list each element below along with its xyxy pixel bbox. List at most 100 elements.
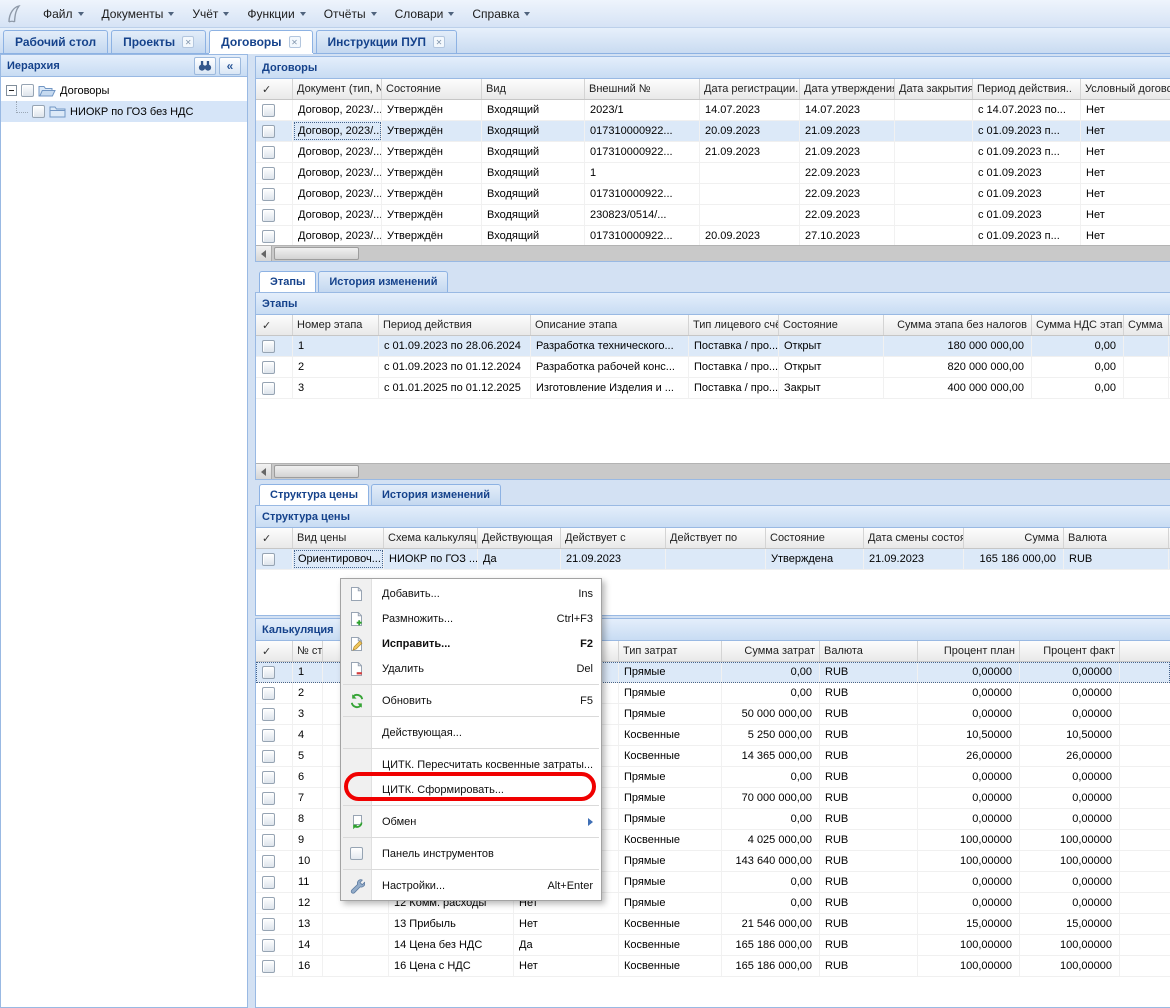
column-header[interactable]: Номер этапа <box>293 315 379 335</box>
column-header[interactable]: Валюта <box>820 641 918 661</box>
row-checkbox[interactable] <box>262 382 275 395</box>
menubar-item[interactable]: Отчёты <box>315 3 386 25</box>
row-checkbox[interactable] <box>262 918 275 931</box>
table-row[interactable]: 1с 01.09.2023 по 28.06.2024Разработка те… <box>256 336 1170 357</box>
table-row[interactable]: Договор, 2023/...УтверждёнВходящий017310… <box>256 121 1170 142</box>
column-header[interactable]: Схема калькуляци <box>384 528 478 548</box>
column-header[interactable]: Период действия.. <box>973 79 1081 99</box>
tab-close-icon[interactable]: ✕ <box>182 36 194 48</box>
column-header[interactable]: Дата смены состоя <box>864 528 964 548</box>
scrollbar-thumb[interactable] <box>274 465 359 478</box>
row-checkbox[interactable] <box>262 708 275 721</box>
table-row[interactable]: Ориентировоч...НИОКР по ГОЗ ...Да21.09.2… <box>256 549 1170 570</box>
tab-close-icon[interactable]: ✕ <box>289 36 301 48</box>
row-checkbox[interactable] <box>262 104 275 117</box>
table-row[interactable]: Договор, 2023/...УтверждёнВходящий017310… <box>256 184 1170 205</box>
column-header[interactable]: Условный договор <box>1081 79 1170 99</box>
menu-item[interactable]: УдалитьDel <box>341 656 601 681</box>
select-all-column-header[interactable]: ✓ <box>256 641 293 661</box>
row-checkbox[interactable] <box>262 897 275 910</box>
column-header[interactable]: Действует с <box>561 528 666 548</box>
table-row[interactable]: Договор, 2023/...УтверждёнВходящий017310… <box>256 142 1170 163</box>
table-row[interactable]: Договор, 2023/...УтверждёнВходящий2023/1… <box>256 100 1170 121</box>
column-header[interactable]: Описание этапа <box>531 315 689 335</box>
column-header[interactable]: Вид цены <box>293 528 384 548</box>
tab[interactable]: Этапы <box>259 271 316 292</box>
column-header[interactable]: Процент план <box>918 641 1020 661</box>
table-row[interactable]: Договор, 2023/...УтверждёнВходящий017310… <box>256 226 1170 245</box>
row-checkbox[interactable] <box>262 125 275 138</box>
menu-item[interactable]: Панель инструментов <box>341 841 601 866</box>
menu-item[interactable]: Обмен <box>341 809 601 834</box>
menubar-item[interactable]: Учёт <box>183 3 238 25</box>
menubar-item[interactable]: Документы <box>93 3 184 25</box>
menubar-item[interactable]: Справка <box>463 3 539 25</box>
tree-node-checkbox[interactable] <box>21 84 34 97</box>
row-checkbox[interactable] <box>262 729 275 742</box>
collapse-panel-button[interactable]: « <box>219 57 241 75</box>
tab[interactable]: Договоры✕ <box>209 30 312 53</box>
select-all-column-header[interactable]: ✓ <box>256 528 293 548</box>
table-row[interactable]: Договор, 2023/...УтверждёнВходящий122.09… <box>256 163 1170 184</box>
column-header[interactable]: Сумма <box>964 528 1064 548</box>
column-header[interactable]: Валюта <box>1064 528 1169 548</box>
row-checkbox[interactable] <box>262 209 275 222</box>
tab[interactable]: Инструкции ПУП✕ <box>316 30 457 53</box>
column-header[interactable]: № строки <box>293 641 323 661</box>
row-checkbox[interactable] <box>262 340 275 353</box>
row-checkbox[interactable] <box>262 855 275 868</box>
menu-item[interactable]: Размножить...Ctrl+F3 <box>341 606 601 631</box>
column-header[interactable]: Дата регистрации. <box>700 79 800 99</box>
row-checkbox[interactable] <box>262 188 275 201</box>
row-checkbox[interactable] <box>262 361 275 374</box>
column-header[interactable]: Сумма затрат <box>722 641 820 661</box>
scroll-left-button[interactable] <box>256 464 272 479</box>
row-checkbox[interactable] <box>262 687 275 700</box>
tree-node-checkbox[interactable] <box>32 105 45 118</box>
column-header[interactable]: Действует по <box>666 528 766 548</box>
menu-item[interactable]: Настройки...Alt+Enter <box>341 873 601 898</box>
column-header[interactable]: Состояние <box>382 79 482 99</box>
row-checkbox[interactable] <box>262 771 275 784</box>
column-header[interactable]: Тип лицевого счёт <box>689 315 779 335</box>
row-checkbox[interactable] <box>262 813 275 826</box>
table-row[interactable]: Договор, 2023/...УтверждёнВходящий230823… <box>256 205 1170 226</box>
table-row[interactable]: 2с 01.09.2023 по 01.12.2024Разработка ра… <box>256 357 1170 378</box>
column-header[interactable]: Процент факт <box>1020 641 1120 661</box>
column-header[interactable]: Состояние <box>779 315 884 335</box>
tab-close-icon[interactable]: ✕ <box>433 36 445 48</box>
row-checkbox[interactable] <box>262 792 275 805</box>
search-binoculars-button[interactable] <box>194 57 216 75</box>
horizontal-scrollbar[interactable] <box>256 245 1170 261</box>
tree-collapse-icon[interactable] <box>6 85 17 96</box>
table-row[interactable]: 3с 01.01.2025 по 01.12.2025Изготовление … <box>256 378 1170 399</box>
column-header[interactable]: Дата утверждения <box>800 79 895 99</box>
menu-item[interactable]: Действующая... <box>341 720 601 745</box>
row-checkbox[interactable] <box>262 834 275 847</box>
menubar-item[interactable]: Словари <box>386 3 464 25</box>
menu-item[interactable]: Исправить...F2 <box>341 631 601 656</box>
row-checkbox[interactable] <box>262 666 275 679</box>
tab[interactable]: Проекты✕ <box>111 30 206 53</box>
table-row[interactable]: 1616 Цена с НДСНетКосвенные165 186 000,0… <box>256 956 1170 977</box>
tab[interactable]: Рабочий стол <box>3 30 108 53</box>
column-header[interactable]: Дата закрытия <box>895 79 973 99</box>
panel-splitter[interactable] <box>248 54 255 1008</box>
tab[interactable]: История изменений <box>371 484 501 505</box>
select-all-column-header[interactable]: ✓ <box>256 79 293 99</box>
select-all-column-header[interactable]: ✓ <box>256 315 293 335</box>
tree-node-niokr[interactable]: НИОКР по ГОЗ без НДС <box>1 101 247 122</box>
row-checkbox[interactable] <box>262 876 275 889</box>
column-header[interactable]: Период действия <box>379 315 531 335</box>
menu-item[interactable]: ЦИТК. Сформировать... <box>341 777 601 802</box>
tree-node-contracts[interactable]: Договоры <box>1 80 247 101</box>
menu-item[interactable]: ОбновитьF5 <box>341 688 601 713</box>
column-header[interactable]: Внешний № <box>585 79 700 99</box>
table-row[interactable]: 1414 Цена без НДСДаКосвенные165 186 000,… <box>256 935 1170 956</box>
row-checkbox[interactable] <box>262 960 275 973</box>
menu-item[interactable]: ЦИТК. Пересчитать косвенные затраты... <box>341 752 601 777</box>
tab[interactable]: Структура цены <box>259 484 369 505</box>
column-header[interactable]: Действующая <box>478 528 561 548</box>
menu-item[interactable]: Добавить...Ins <box>341 581 601 606</box>
table-row[interactable]: 1313 ПрибыльНетКосвенные21 546 000,00RUB… <box>256 914 1170 935</box>
